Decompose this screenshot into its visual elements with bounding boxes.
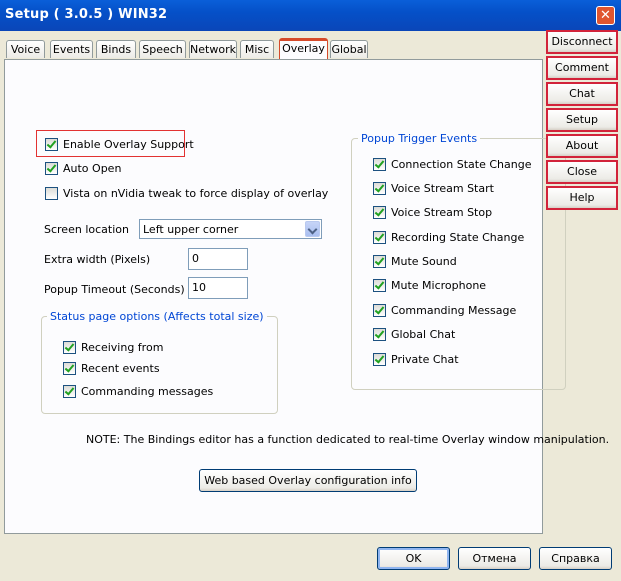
window-title: Setup ( 3.0.5 ) WIN32	[5, 7, 168, 22]
overlay-note: NOTE: The Bindings editor has a function…	[86, 433, 610, 446]
screen-location-label: Screen location	[44, 223, 129, 236]
title-bar: Setup ( 3.0.5 ) WIN32 ✕	[0, 0, 621, 31]
recent-events-label: Recent events	[81, 362, 160, 375]
tab-voice[interactable]: Voice	[6, 40, 45, 58]
popup-timeout-input[interactable]: 10	[188, 277, 248, 299]
vista-tweak-label: Vista on nVidia tweak to force display o…	[63, 187, 329, 200]
tab-misc[interactable]: Misc	[240, 40, 274, 58]
tab-speech[interactable]: Speech	[139, 40, 186, 58]
checkbox-checked-icon	[63, 385, 76, 398]
checkbox-checked-icon	[373, 255, 386, 268]
checkbox-unchecked-icon	[45, 187, 58, 200]
chevron-down-icon[interactable]	[305, 221, 320, 237]
ok-button[interactable]: OK	[377, 547, 450, 570]
extra-width-label: Extra width (Pixels)	[44, 253, 151, 266]
connection-state-change-checkbox[interactable]: Connection State Change	[373, 158, 531, 171]
auto-open-checkbox[interactable]: Auto Open	[45, 162, 121, 175]
receiving-from-label: Receiving from	[81, 341, 164, 354]
enable-overlay-checkbox[interactable]: Enable Overlay Support	[45, 138, 194, 151]
popup-item-label: Recording State Change	[391, 231, 525, 244]
tab-overlay[interactable]: Overlay	[279, 38, 328, 60]
popup-item-label: Mute Sound	[391, 255, 457, 268]
popup-item-label: Private Chat	[391, 353, 459, 366]
recent-events-checkbox[interactable]: Recent events	[63, 362, 160, 375]
vista-tweak-checkbox[interactable]: Vista on nVidia tweak to force display o…	[45, 187, 328, 200]
setup-button[interactable]: Setup	[546, 108, 618, 132]
tab-binds[interactable]: Binds	[96, 40, 136, 58]
help-side-button[interactable]: Help	[546, 186, 618, 210]
checkbox-checked-icon	[373, 279, 386, 292]
checkbox-checked-icon	[373, 231, 386, 244]
popup-item-label: Voice Stream Start	[391, 182, 494, 195]
disconnect-button[interactable]: Disconnect	[546, 30, 618, 54]
voice-stream-stop-checkbox[interactable]: Voice Stream Stop	[373, 206, 492, 219]
popup-timeout-label: Popup Timeout (Seconds)	[44, 283, 185, 296]
popup-item-label: Connection State Change	[391, 158, 532, 171]
popup-item-label: Commanding Message	[391, 304, 517, 317]
close-window-button[interactable]: ✕	[596, 6, 615, 25]
checkbox-checked-icon	[373, 353, 386, 366]
comment-button[interactable]: Comment	[546, 56, 618, 80]
screen-location-value: Left upper corner	[143, 223, 239, 236]
checkbox-checked-icon	[373, 158, 386, 171]
receiving-from-checkbox[interactable]: Receiving from	[63, 341, 163, 354]
checkbox-checked-icon	[373, 182, 386, 195]
tab-events[interactable]: Events	[50, 40, 93, 58]
chat-button[interactable]: Chat	[546, 82, 618, 106]
tab-global[interactable]: Global	[330, 40, 368, 58]
checkbox-checked-icon	[63, 362, 76, 375]
popup-item-label: Voice Stream Stop	[391, 206, 493, 219]
extra-width-input[interactable]: 0	[188, 248, 248, 270]
recording-state-change-checkbox[interactable]: Recording State Change	[373, 231, 524, 244]
mute-microphone-checkbox[interactable]: Mute Microphone	[373, 279, 486, 292]
checkbox-checked-icon	[373, 206, 386, 219]
tab-network[interactable]: Network	[189, 40, 237, 58]
voice-stream-start-checkbox[interactable]: Voice Stream Start	[373, 182, 494, 195]
status-page-group-title: Status page options (Affects total size)	[47, 310, 267, 323]
checkbox-checked-icon	[373, 328, 386, 341]
commanding-messages-label: Commanding messages	[81, 385, 214, 398]
checkbox-checked-icon	[45, 162, 58, 175]
help-button[interactable]: Справка	[539, 547, 612, 570]
commanding-message-checkbox[interactable]: Commanding Message	[373, 304, 516, 317]
close-button[interactable]: Close	[546, 160, 618, 184]
checkbox-checked-icon	[45, 138, 58, 151]
mute-sound-checkbox[interactable]: Mute Sound	[373, 255, 457, 268]
cancel-button[interactable]: Отмена	[458, 547, 531, 570]
enable-overlay-label: Enable Overlay Support	[63, 138, 194, 151]
popup-trigger-group-title: Popup Trigger Events	[358, 132, 481, 145]
checkbox-checked-icon	[373, 304, 386, 317]
global-chat-checkbox[interactable]: Global Chat	[373, 328, 455, 341]
auto-open-label: Auto Open	[63, 162, 122, 175]
popup-item-label: Mute Microphone	[391, 279, 487, 292]
popup-item-label: Global Chat	[391, 328, 456, 341]
web-overlay-config-button[interactable]: Web based Overlay configuration info	[199, 469, 417, 492]
private-chat-checkbox[interactable]: Private Chat	[373, 353, 459, 366]
commanding-messages-checkbox[interactable]: Commanding messages	[63, 385, 213, 398]
screen-location-select[interactable]: Left upper corner	[139, 219, 322, 239]
about-button[interactable]: About	[546, 134, 618, 158]
checkbox-checked-icon	[63, 341, 76, 354]
